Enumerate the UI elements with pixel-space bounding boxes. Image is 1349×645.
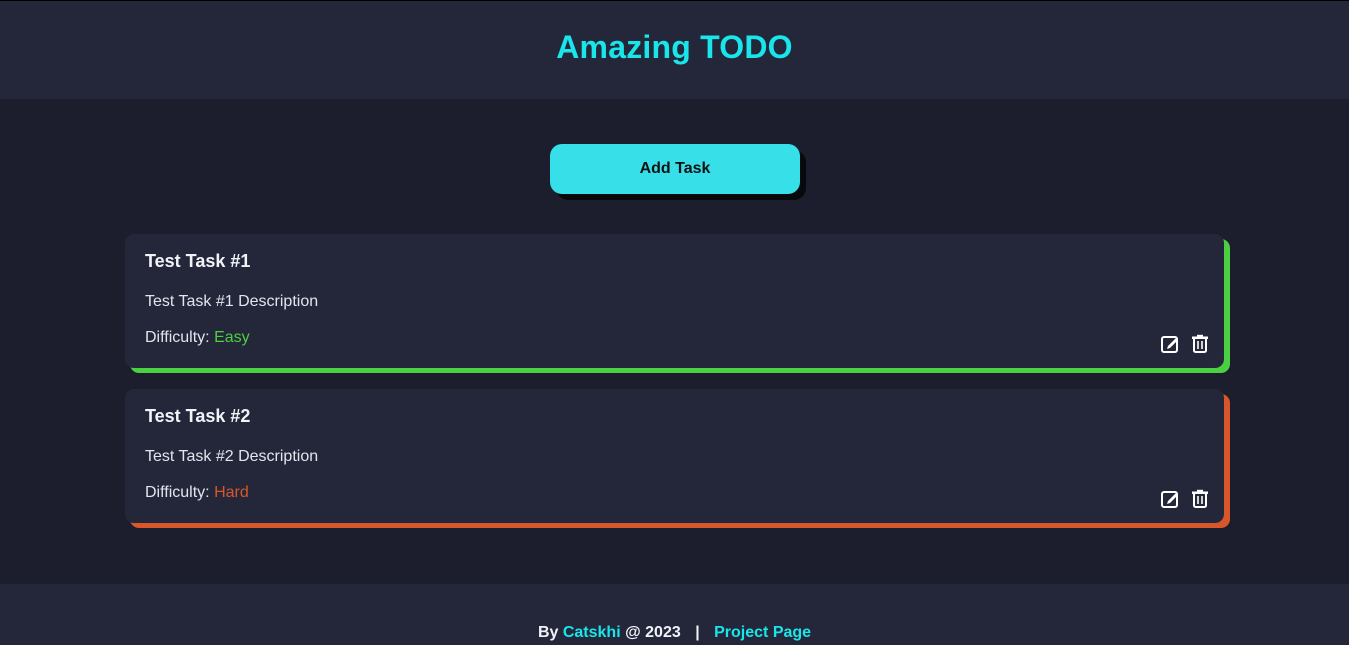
project-page-link[interactable]: Project Page [714,624,811,641]
footer-by: By [537,624,559,641]
main-content: Add Task Test Task #1 Test Task #1 Descr… [0,99,1349,584]
task-difficulty-row: Difficulty: Hard [145,484,1204,502]
add-task-button[interactable]: Add Task [550,144,800,194]
difficulty-value: Easy [214,329,250,346]
app-footer: By Catskhi @ 2023 | Project Page [0,584,1349,645]
task-card-body: Test Task #2 Test Task #2 Description Di… [125,389,1224,523]
trash-icon[interactable] [1190,489,1210,509]
task-title: Test Task #2 [145,406,251,426]
footer-year: @ 2023 [625,624,681,641]
task-description: Test Task #1 Description [145,293,319,310]
difficulty-value: Hard [214,484,249,501]
task-description: Test Task #2 Description [145,448,319,465]
task-difficulty-row: Difficulty: Easy [145,329,1204,347]
page-title: Amazing TODO [556,28,793,65]
task-card-body: Test Task #1 Test Task #1 Description Di… [125,234,1224,368]
add-task-container: Add Task [550,144,806,200]
edit-icon[interactable] [1160,489,1180,509]
task-card: Test Task #1 Test Task #1 Description Di… [125,234,1230,375]
edit-icon[interactable] [1160,334,1180,354]
trash-icon[interactable] [1190,334,1210,354]
footer-separator: | [695,624,700,641]
author-link[interactable]: Catskhi [563,624,621,641]
app-header: Amazing TODO [0,0,1349,99]
task-actions [1160,334,1210,354]
difficulty-label: Difficulty: [145,484,210,501]
task-title: Test Task #1 [145,251,251,271]
difficulty-label: Difficulty: [145,329,210,346]
task-actions [1160,489,1210,509]
task-card: Test Task #2 Test Task #2 Description Di… [125,389,1230,530]
